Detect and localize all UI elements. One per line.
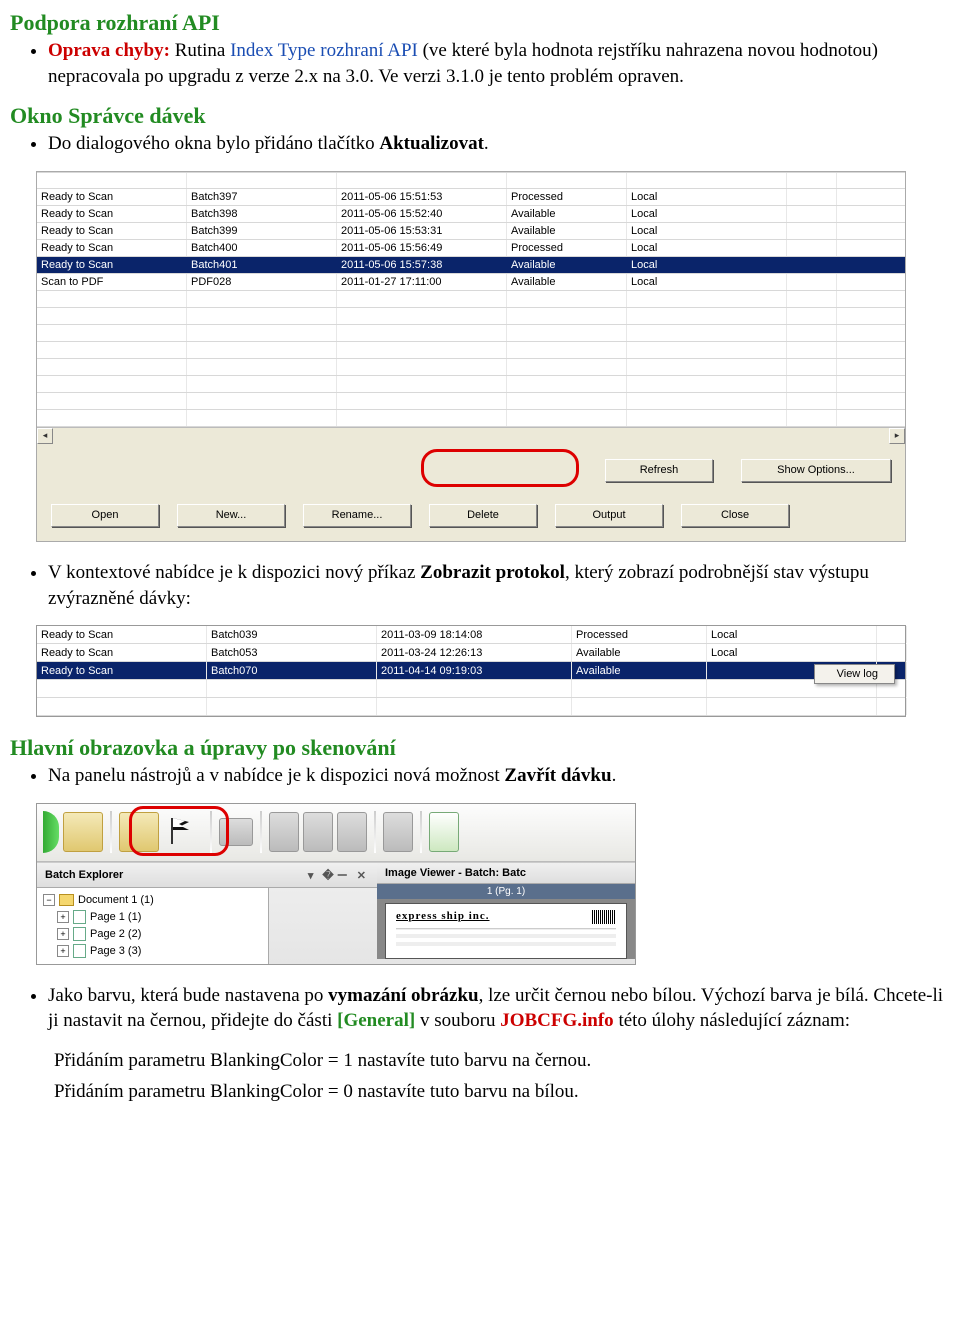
- table-row[interactable]: Ready to ScanBatch3982011-05-06 15:52:40…: [37, 206, 905, 223]
- table-row[interactable]: Ready to ScanBatch0532011-03-24 12:26:13…: [37, 644, 905, 662]
- delete-button[interactable]: Delete: [429, 504, 537, 527]
- table-row-selected[interactable]: Ready to ScanBatch4012011-05-06 15:57:38…: [37, 257, 905, 274]
- batch-tree[interactable]: −Document 1 (1) +Page 1 (1) +Page 2 (2) …: [37, 888, 269, 964]
- bullet-api-fix: Oprava chyby: Rutina Index Type rozhraní…: [48, 38, 950, 89]
- general-section: [General]: [337, 1010, 415, 1031]
- blanking-color-0: Přidáním parametru BlankingColor = 0 nas…: [54, 1079, 950, 1105]
- tool-icon-1[interactable]: [269, 812, 299, 852]
- page-icon: [73, 927, 86, 941]
- close-button[interactable]: Close: [681, 504, 789, 527]
- rename-button[interactable]: Rename...: [303, 504, 411, 527]
- tool-icon-5[interactable]: [429, 812, 459, 852]
- table-row[interactable]: Ready to ScanBatch0392011-03-09 18:14:08…: [37, 626, 905, 644]
- screenshot-toolbar: Batch Explorer ▾ �ー ✕ −Document 1 (1) +P…: [36, 803, 636, 965]
- page-icon: [73, 944, 86, 958]
- document-thumbnail[interactable]: express ship inc.: [385, 903, 627, 959]
- tool-icon-4[interactable]: [383, 812, 413, 852]
- horizontal-scrollbar[interactable]: ◂ ▸: [37, 427, 905, 443]
- tool-icon-3[interactable]: [337, 812, 367, 852]
- table-row[interactable]: Scan to PDFPDF0282011-01-27 17:11:00Avai…: [37, 274, 905, 291]
- expand-icon[interactable]: +: [57, 945, 69, 957]
- green-tab-icon: [43, 811, 59, 853]
- refresh-button[interactable]: Refresh: [605, 459, 713, 482]
- expand-icon[interactable]: +: [57, 911, 69, 923]
- screenshot-batch-manager: Ready to ScanBatch3972011-05-06 15:51:53…: [36, 171, 906, 542]
- image-viewer-title: Image Viewer - Batch: Batc: [385, 867, 526, 879]
- batch-explorer-title: Batch Explorer: [45, 869, 123, 881]
- scroll-right-icon[interactable]: ▸: [889, 428, 905, 444]
- barcode-icon: [592, 910, 616, 924]
- output-button[interactable]: Output: [555, 504, 663, 527]
- bullet-blanking-color: Jako barvu, která bude nastavena po vyma…: [48, 983, 950, 1034]
- highlight-annotation: [129, 806, 229, 856]
- blanking-color-1: Přidáním parametru BlankingColor = 1 nas…: [54, 1048, 950, 1074]
- scroll-left-icon[interactable]: ◂: [37, 428, 53, 444]
- table-row[interactable]: Ready to ScanBatch4002011-05-06 15:56:49…: [37, 240, 905, 257]
- screenshot-context-menu: Ready to ScanBatch0392011-03-09 18:14:08…: [36, 625, 906, 717]
- tool-icon-2[interactable]: [303, 812, 333, 852]
- page-icon: [73, 910, 86, 924]
- folder-icon: [59, 894, 74, 906]
- table-row[interactable]: Ready to ScanBatch3972011-05-06 15:51:53…: [37, 189, 905, 206]
- open-button[interactable]: Open: [51, 504, 159, 527]
- bullet-close-batch: Na panelu nástrojů a v nabídce je k disp…: [48, 763, 950, 789]
- page-indicator: 1 (Pg. 1): [377, 884, 635, 899]
- bullet-view-log: V kontextové nabídce je k dispozici nový…: [48, 560, 950, 611]
- collapse-icon[interactable]: −: [43, 894, 55, 906]
- error-fix-label: Oprava chyby:: [48, 40, 170, 61]
- table-row-selected[interactable]: Ready to ScanBatch0702011-04-14 09:19:03…: [37, 662, 905, 680]
- table-row[interactable]: Ready to ScanBatch3992011-05-06 15:53:31…: [37, 223, 905, 240]
- highlight-annotation: [421, 449, 579, 487]
- express-ship-logo: express ship inc.: [396, 910, 490, 922]
- show-options-button[interactable]: Show Options...: [741, 459, 891, 482]
- new-button[interactable]: New...: [177, 504, 285, 527]
- jobcfg-file: JOBCFG.info: [500, 1010, 613, 1031]
- bullet-refresh-added: Do dialogového okna bylo přidáno tlačítk…: [48, 131, 950, 157]
- open-batch-icon[interactable]: [63, 812, 103, 852]
- pin-close-icons[interactable]: ▾ �ー ✕: [308, 867, 369, 883]
- index-type-api: Index Type rozhraní API: [230, 40, 418, 61]
- heading-api-support: Podpora rozhraní API: [10, 10, 950, 36]
- expand-icon[interactable]: +: [57, 928, 69, 940]
- heading-main-screen: Hlavní obrazovka a úpravy po skenování: [10, 735, 950, 761]
- heading-batch-manager: Okno Správce dávek: [10, 103, 950, 129]
- context-menu-view-log[interactable]: View log: [814, 664, 895, 684]
- image-viewer-panel: 1 (Pg. 1) express ship inc.: [377, 884, 635, 959]
